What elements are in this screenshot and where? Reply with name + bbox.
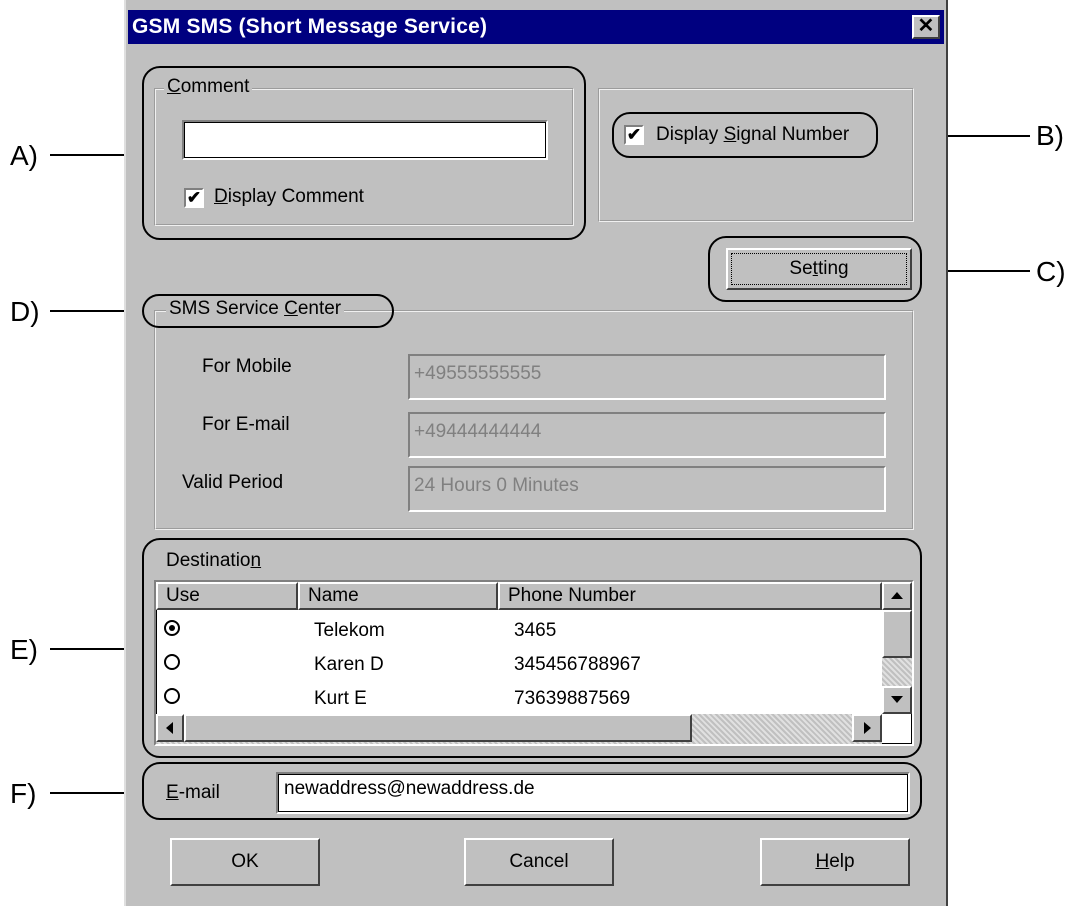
valid-period-label: Valid Period xyxy=(182,472,284,493)
annotation-box-a xyxy=(142,66,586,240)
for-email-field: +49444444444 xyxy=(408,412,886,458)
window-title: GSM SMS (Short Message Service) xyxy=(132,15,488,38)
ok-button[interactable]: OK xyxy=(170,838,320,886)
annotation-f-label: F) xyxy=(10,778,37,809)
cancel-button[interactable]: Cancel xyxy=(464,838,614,886)
annotation-c-label: C) xyxy=(1036,256,1066,287)
annotation-a-label: A) xyxy=(10,140,38,171)
annotation-e-label: E) xyxy=(10,634,38,665)
help-button[interactable]: Help xyxy=(760,838,910,886)
title-bar[interactable]: GSM SMS (Short Message Service) ✕ xyxy=(128,10,944,44)
close-button[interactable]: ✕ xyxy=(912,15,940,39)
annotation-b-label: B) xyxy=(1036,120,1064,151)
valid-period-field: 24 Hours 0 Minutes xyxy=(408,466,886,512)
close-icon: ✕ xyxy=(917,15,935,37)
annotation-box-c xyxy=(708,236,922,302)
annotation-box-d xyxy=(142,294,394,328)
annotation-box-b xyxy=(612,112,878,158)
annotation-d-label: D) xyxy=(10,296,40,327)
for-email-label: For E-mail xyxy=(202,414,290,435)
annotation-box-e xyxy=(142,538,922,758)
for-mobile-label: For Mobile xyxy=(202,356,292,377)
for-mobile-field: +49555555555 xyxy=(408,354,886,400)
annotation-box-f xyxy=(142,762,922,820)
